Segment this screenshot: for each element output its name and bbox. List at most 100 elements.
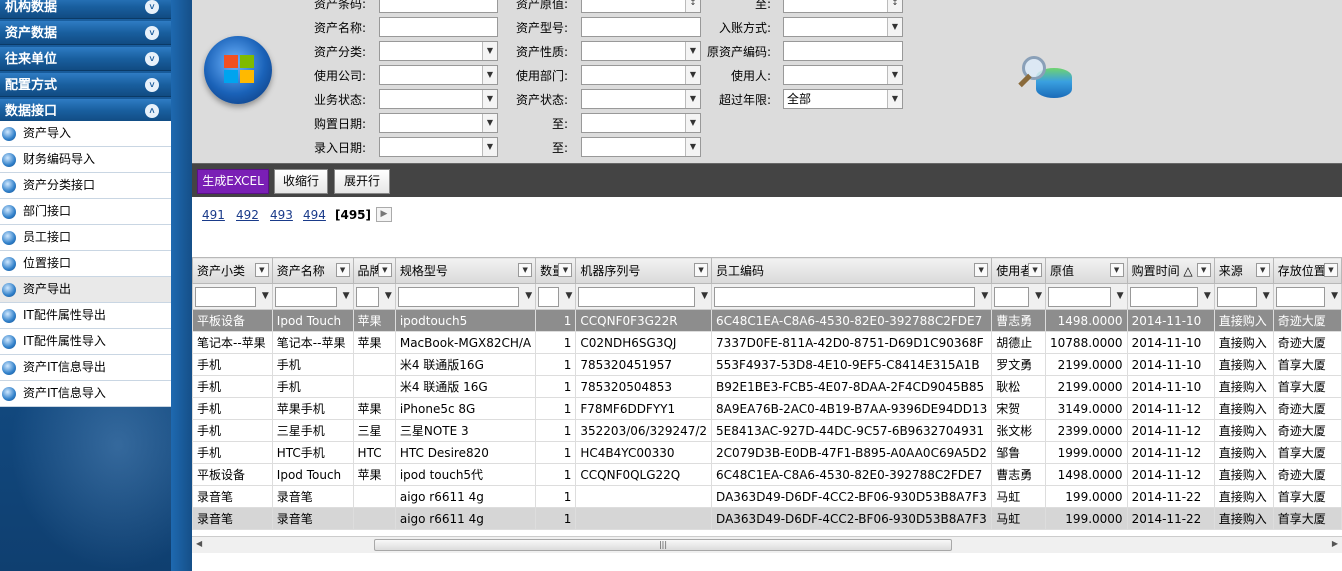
filter-field[interactable]: ▼ — [581, 65, 701, 85]
sidebar-section[interactable]: 数据接口 ˄ — [0, 99, 171, 123]
table-row[interactable]: 平板设备 Ipod Touch 苹果 ipodtouch5 1 CCQNF0F3G22R 6… — [192, 309, 1342, 332]
spinner-icon[interactable]: ↕ — [887, 0, 902, 12]
column-menu-icon[interactable]: ▼ — [335, 263, 350, 277]
table-row[interactable]: 手机 手机 米4 联通版16G 1 785320451957 553F4937-53D8-… — [192, 353, 1342, 376]
sidebar-item[interactable]: 员工接口 — [0, 225, 171, 251]
scroll-thumb[interactable]: ||| — [374, 539, 952, 551]
filter-field[interactable]: ↕ — [581, 0, 701, 13]
column-filter-input[interactable] — [355, 286, 379, 307]
column-filter-input[interactable] — [1275, 286, 1325, 307]
column-header[interactable]: 使用者 ▼ — [991, 257, 1047, 284]
filter-field[interactable]: ▼ — [581, 137, 701, 157]
filter-icon[interactable]: ▼ — [385, 291, 392, 301]
column-filter-input[interactable] — [714, 286, 976, 307]
expand-rows-button[interactable]: 展开行 — [334, 169, 390, 194]
scroll-left-icon[interactable]: ◀ — [196, 539, 202, 548]
filter-icon[interactable]: ▼ — [701, 291, 708, 301]
column-filter-input[interactable] — [1129, 286, 1198, 307]
column-filter-input[interactable] — [994, 286, 1030, 307]
chevron-down-icon[interactable]: ▼ — [887, 66, 902, 84]
filter-field[interactable]: ↕ — [783, 0, 903, 13]
horizontal-scrollbar[interactable]: ◀ ||| ▶ — [192, 536, 1342, 553]
column-menu-icon[interactable]: ▼ — [558, 263, 573, 277]
column-header[interactable]: 机器序列号 ▼ — [575, 257, 713, 284]
chevron-up-icon[interactable]: ˄ — [145, 104, 159, 118]
sidebar-section[interactable]: 往来单位 ˅ — [0, 47, 171, 71]
table-row[interactable]: 录音笔 录音笔 aigo r6611 4g 1 DA363D49-D6DF-4CC2-B… — [192, 507, 1342, 530]
filter-icon[interactable]: ▼ — [565, 291, 572, 301]
column-header[interactable]: 原值 ▼ — [1045, 257, 1128, 284]
page-link[interactable]: 493 — [270, 206, 293, 224]
column-filter-input[interactable] — [274, 286, 337, 307]
sidebar-section[interactable]: 配置方式 ˅ — [0, 73, 171, 97]
page-link[interactable]: 492 — [236, 206, 259, 224]
filter-icon[interactable]: ▼ — [1035, 291, 1042, 301]
collapse-rows-button[interactable]: 收缩行 — [274, 169, 328, 194]
column-header[interactable]: 存放位置 ▼ — [1272, 257, 1342, 284]
column-header[interactable]: 资产名称 ▼ — [271, 257, 354, 284]
filter-field[interactable]: ▼ — [581, 41, 701, 61]
column-menu-icon[interactable]: ▼ — [1109, 263, 1124, 277]
column-menu-icon[interactable]: ▼ — [518, 263, 533, 277]
sidebar-item[interactable]: IT配件属性导入 — [0, 329, 171, 355]
column-header[interactable]: 品牌 ▼ — [352, 257, 396, 284]
sidebar-item[interactable]: 资产IT信息导入 — [0, 381, 171, 407]
chevron-down-icon[interactable]: ˅ — [145, 0, 159, 14]
page-link[interactable]: 491 — [202, 206, 225, 224]
sidebar-item[interactable]: IT配件属性导出 — [0, 303, 171, 329]
chevron-down-icon[interactable]: ▼ — [685, 114, 700, 132]
chevron-down-icon[interactable]: ˅ — [145, 78, 159, 92]
column-menu-icon[interactable]: ▼ — [694, 263, 709, 277]
sidebar-item[interactable]: 资产IT信息导出 — [0, 355, 171, 381]
filter-field[interactable]: ▼ — [379, 89, 498, 109]
column-menu-icon[interactable]: ▼ — [254, 263, 269, 277]
sidebar-item[interactable]: 部门接口 — [0, 199, 171, 225]
column-menu-icon[interactable]: ▼ — [1255, 263, 1270, 277]
table-row[interactable]: 手机 三星手机 三星 三星NOTE 3 1 352203/06/329247/2 5E841… — [192, 419, 1342, 442]
filter-icon[interactable]: ▼ — [1263, 291, 1270, 301]
sidebar-item[interactable]: 资产导入 — [0, 121, 171, 147]
sidebar-section[interactable]: 机构数据 ˅ — [0, 0, 171, 19]
table-row[interactable]: 平板设备 Ipod Touch 苹果 ipod touch5代 1 CCQNF0QLG22… — [192, 463, 1342, 486]
search-database-icon[interactable] — [1018, 54, 1074, 102]
column-filter-input[interactable] — [397, 286, 520, 307]
filter-icon[interactable]: ▼ — [1204, 291, 1211, 301]
column-filter-input[interactable] — [1216, 286, 1257, 307]
filter-icon[interactable]: ▼ — [1117, 291, 1124, 301]
column-header[interactable]: 数量 ▼ — [535, 257, 577, 284]
sidebar-item[interactable]: 资产导出 — [0, 277, 171, 303]
filter-field[interactable]: ▼ — [783, 17, 903, 37]
column-menu-icon[interactable]: ▼ — [1324, 263, 1338, 277]
column-header[interactable]: 员工编码 ▼ — [711, 257, 993, 284]
chevron-down-icon[interactable]: ˅ — [145, 52, 159, 66]
sidebar-item[interactable]: 财务编码导入 — [0, 147, 171, 173]
filter-field[interactable]: ▼ — [581, 113, 701, 133]
generate-excel-button[interactable]: 生成EXCEL — [197, 169, 269, 194]
column-header[interactable]: 资产小类 ▼ — [192, 257, 273, 284]
page-link[interactable]: 494 — [303, 206, 326, 224]
filter-field[interactable]: ▼ — [783, 65, 903, 85]
table-row[interactable]: 手机 HTC手机 HTC HTC Desire820 1 HC4B4YC00330 2C07… — [192, 441, 1342, 464]
table-row[interactable]: 笔记本--苹果 笔记本--苹果 苹果 MacBook-MGX82CH/A 1 C02NDH… — [192, 331, 1342, 354]
column-header[interactable]: 来源 ▼ — [1213, 257, 1274, 284]
filter-icon[interactable]: ▼ — [1331, 291, 1338, 301]
filter-field[interactable]: ▼ — [379, 137, 498, 157]
filter-field[interactable] — [379, 17, 498, 37]
filter-field[interactable] — [581, 17, 701, 37]
filter-field[interactable]: ▼ — [379, 41, 498, 61]
filter-icon[interactable]: ▼ — [343, 291, 350, 301]
chevron-down-icon[interactable]: ˅ — [145, 26, 159, 40]
filter-field[interactable]: ▼ — [581, 89, 701, 109]
column-menu-icon[interactable]: ▼ — [1196, 263, 1211, 277]
sidebar-section[interactable]: 资产数据 ˅ — [0, 21, 171, 45]
scroll-right-icon[interactable]: ▶ — [1332, 539, 1338, 548]
filter-icon[interactable]: ▼ — [525, 291, 532, 301]
column-filter-input[interactable] — [538, 286, 560, 307]
table-row[interactable]: 录音笔 录音笔 aigo r6611 4g 1 DA363D49-D6DF-4CC2-B… — [192, 485, 1342, 508]
column-menu-icon[interactable]: ▼ — [377, 263, 392, 277]
filter-icon[interactable]: ▼ — [981, 291, 988, 301]
chevron-down-icon[interactable]: ▼ — [887, 90, 902, 108]
sidebar-item[interactable]: 资产分类接口 — [0, 173, 171, 199]
table-row[interactable]: 手机 手机 米4 联通版 16G 1 785320504853 B92E1BE3-FCB5… — [192, 375, 1342, 398]
chevron-down-icon[interactable]: ▼ — [685, 138, 700, 156]
